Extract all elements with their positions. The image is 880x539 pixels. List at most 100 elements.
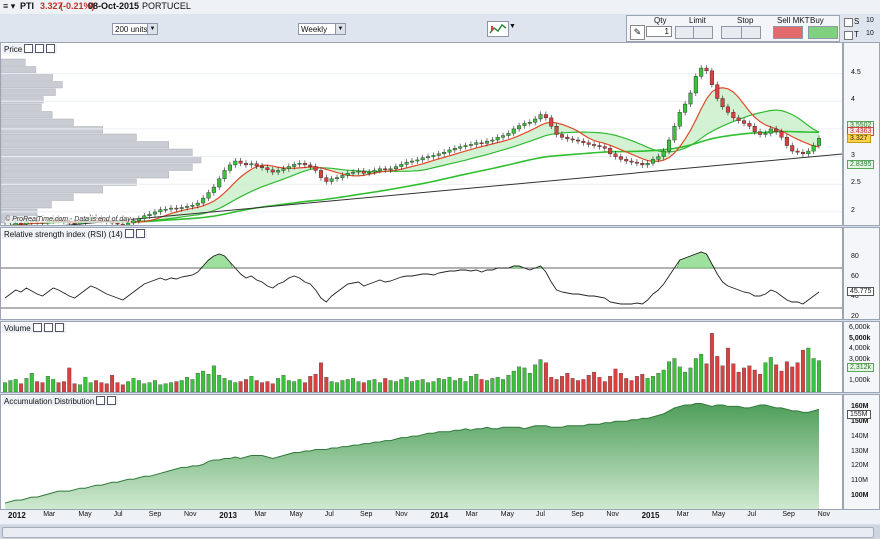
volume-bar — [774, 364, 779, 392]
candle-body — [527, 122, 532, 124]
candle-body — [677, 112, 682, 127]
close-icon[interactable] — [54, 323, 64, 332]
volume-bar — [602, 381, 607, 392]
accum-value-tag: 155M — [847, 410, 871, 420]
rsi-panel[interactable]: Relative strength index (RSI) (14) — [0, 227, 843, 320]
title-bar: ≡ ▾ PTI 3.327 (-0.21%) 08-Oct-2015 PORTU… — [0, 0, 880, 15]
time-axis-label: Mar — [43, 511, 56, 518]
close-icon[interactable] — [107, 396, 117, 405]
maximize-icon[interactable] — [135, 229, 145, 238]
accum-tick-label: 110M — [851, 477, 868, 485]
volume-bar — [35, 381, 40, 392]
price-tick-label: 2.5 — [851, 179, 861, 187]
sell-limit-button[interactable] — [693, 26, 713, 39]
units-value: 200 units — [115, 25, 148, 34]
chart-style-chevron-icon[interactable]: ▼ — [509, 23, 516, 30]
candle-body — [233, 160, 238, 166]
s-checkbox[interactable] — [844, 18, 853, 27]
volume-bar — [420, 379, 425, 392]
volume-bar — [624, 378, 629, 392]
volume-profile-bar — [1, 126, 103, 134]
candle-body — [302, 163, 307, 166]
volume-panel[interactable]: Volume — [0, 321, 843, 393]
rsi-value-tag: 45.775 — [847, 287, 875, 297]
price-chart — [1, 58, 842, 226]
buy-market-button[interactable] — [808, 26, 838, 39]
candle-body — [736, 117, 741, 121]
volume-bar — [254, 380, 259, 392]
price-panel-title: Price — [2, 44, 58, 54]
volume-bar — [752, 369, 757, 392]
price-panel[interactable]: Price © ProRealTime.com - Data is end of… — [0, 42, 843, 226]
volume-bar — [217, 375, 222, 392]
sell-market-button[interactable] — [773, 26, 803, 39]
volume-bar — [720, 365, 725, 392]
wrench-icon[interactable] — [32, 323, 42, 332]
volume-bar — [640, 374, 645, 392]
maximize-icon[interactable] — [43, 323, 53, 332]
maximize-icon[interactable] — [96, 396, 106, 405]
volume-bar — [586, 375, 591, 392]
horizontal-scrollbar[interactable] — [0, 525, 880, 539]
candle-body — [19, 222, 24, 225]
volume-profile-bar — [1, 148, 193, 156]
volume-bar — [447, 377, 452, 392]
wrench-icon[interactable] — [24, 44, 34, 53]
volume-bar — [211, 365, 216, 392]
time-axis-label: Sep — [360, 511, 373, 518]
time-axis-label: May — [500, 511, 515, 518]
qty-input[interactable]: 1 — [646, 26, 672, 37]
volume-bar — [693, 358, 698, 392]
accum-panel[interactable]: Accumulation Distribution — [0, 394, 843, 510]
volume-bar — [190, 379, 195, 392]
candle-body — [361, 170, 366, 174]
t-checkbox[interactable] — [844, 31, 853, 40]
volume-bar — [800, 349, 805, 392]
candle-body — [731, 112, 736, 119]
volume-bar — [88, 382, 93, 392]
candle-body — [650, 159, 655, 164]
candle-body — [447, 149, 452, 153]
units-select[interactable]: 200 units ▼ — [112, 23, 158, 35]
scrollbar-thumb[interactable] — [2, 527, 874, 538]
candle-body — [479, 142, 484, 144]
candle-body — [645, 163, 650, 166]
close-icon[interactable] — [46, 44, 56, 53]
accum-panel-title: Accumulation Distribution — [2, 396, 119, 406]
volume-bar — [399, 379, 404, 392]
qty-label: Qty — [654, 16, 667, 25]
volume-bar — [404, 377, 409, 392]
volume-bar — [83, 377, 88, 392]
volume-bar — [426, 382, 431, 392]
candle-body — [554, 125, 559, 135]
volume-bar — [72, 383, 77, 392]
candle-body — [9, 225, 13, 226]
candle-body — [752, 125, 757, 132]
candle-body — [758, 131, 763, 135]
volume-profile-bar — [1, 111, 53, 119]
volume-bar — [661, 369, 666, 392]
chart-style-icon[interactable] — [487, 21, 509, 37]
candle-body — [720, 98, 725, 108]
candle-body — [431, 155, 436, 157]
wrench-icon[interactable]: ✎ — [630, 25, 645, 40]
menu-icon[interactable]: ≡ ▾ — [3, 1, 15, 12]
period-select[interactable]: Weekly ▼ — [298, 23, 346, 35]
maximize-icon[interactable] — [35, 44, 45, 53]
volume-bar — [195, 372, 200, 392]
candle-body — [249, 163, 254, 166]
candle-body — [817, 138, 822, 146]
volume-profile-bar — [1, 96, 44, 104]
wrench-icon[interactable] — [124, 229, 134, 238]
candle-body — [158, 209, 163, 213]
candle-body — [468, 144, 473, 146]
candle-body — [581, 140, 586, 143]
sell-stop-button[interactable] — [741, 26, 761, 39]
volume-bar — [699, 354, 704, 392]
candle-body — [136, 218, 141, 221]
volume-bar — [613, 368, 618, 392]
volume-bar — [222, 378, 227, 392]
volume-bar — [511, 370, 516, 392]
candle-body — [195, 202, 200, 206]
volume-bar — [468, 376, 473, 392]
